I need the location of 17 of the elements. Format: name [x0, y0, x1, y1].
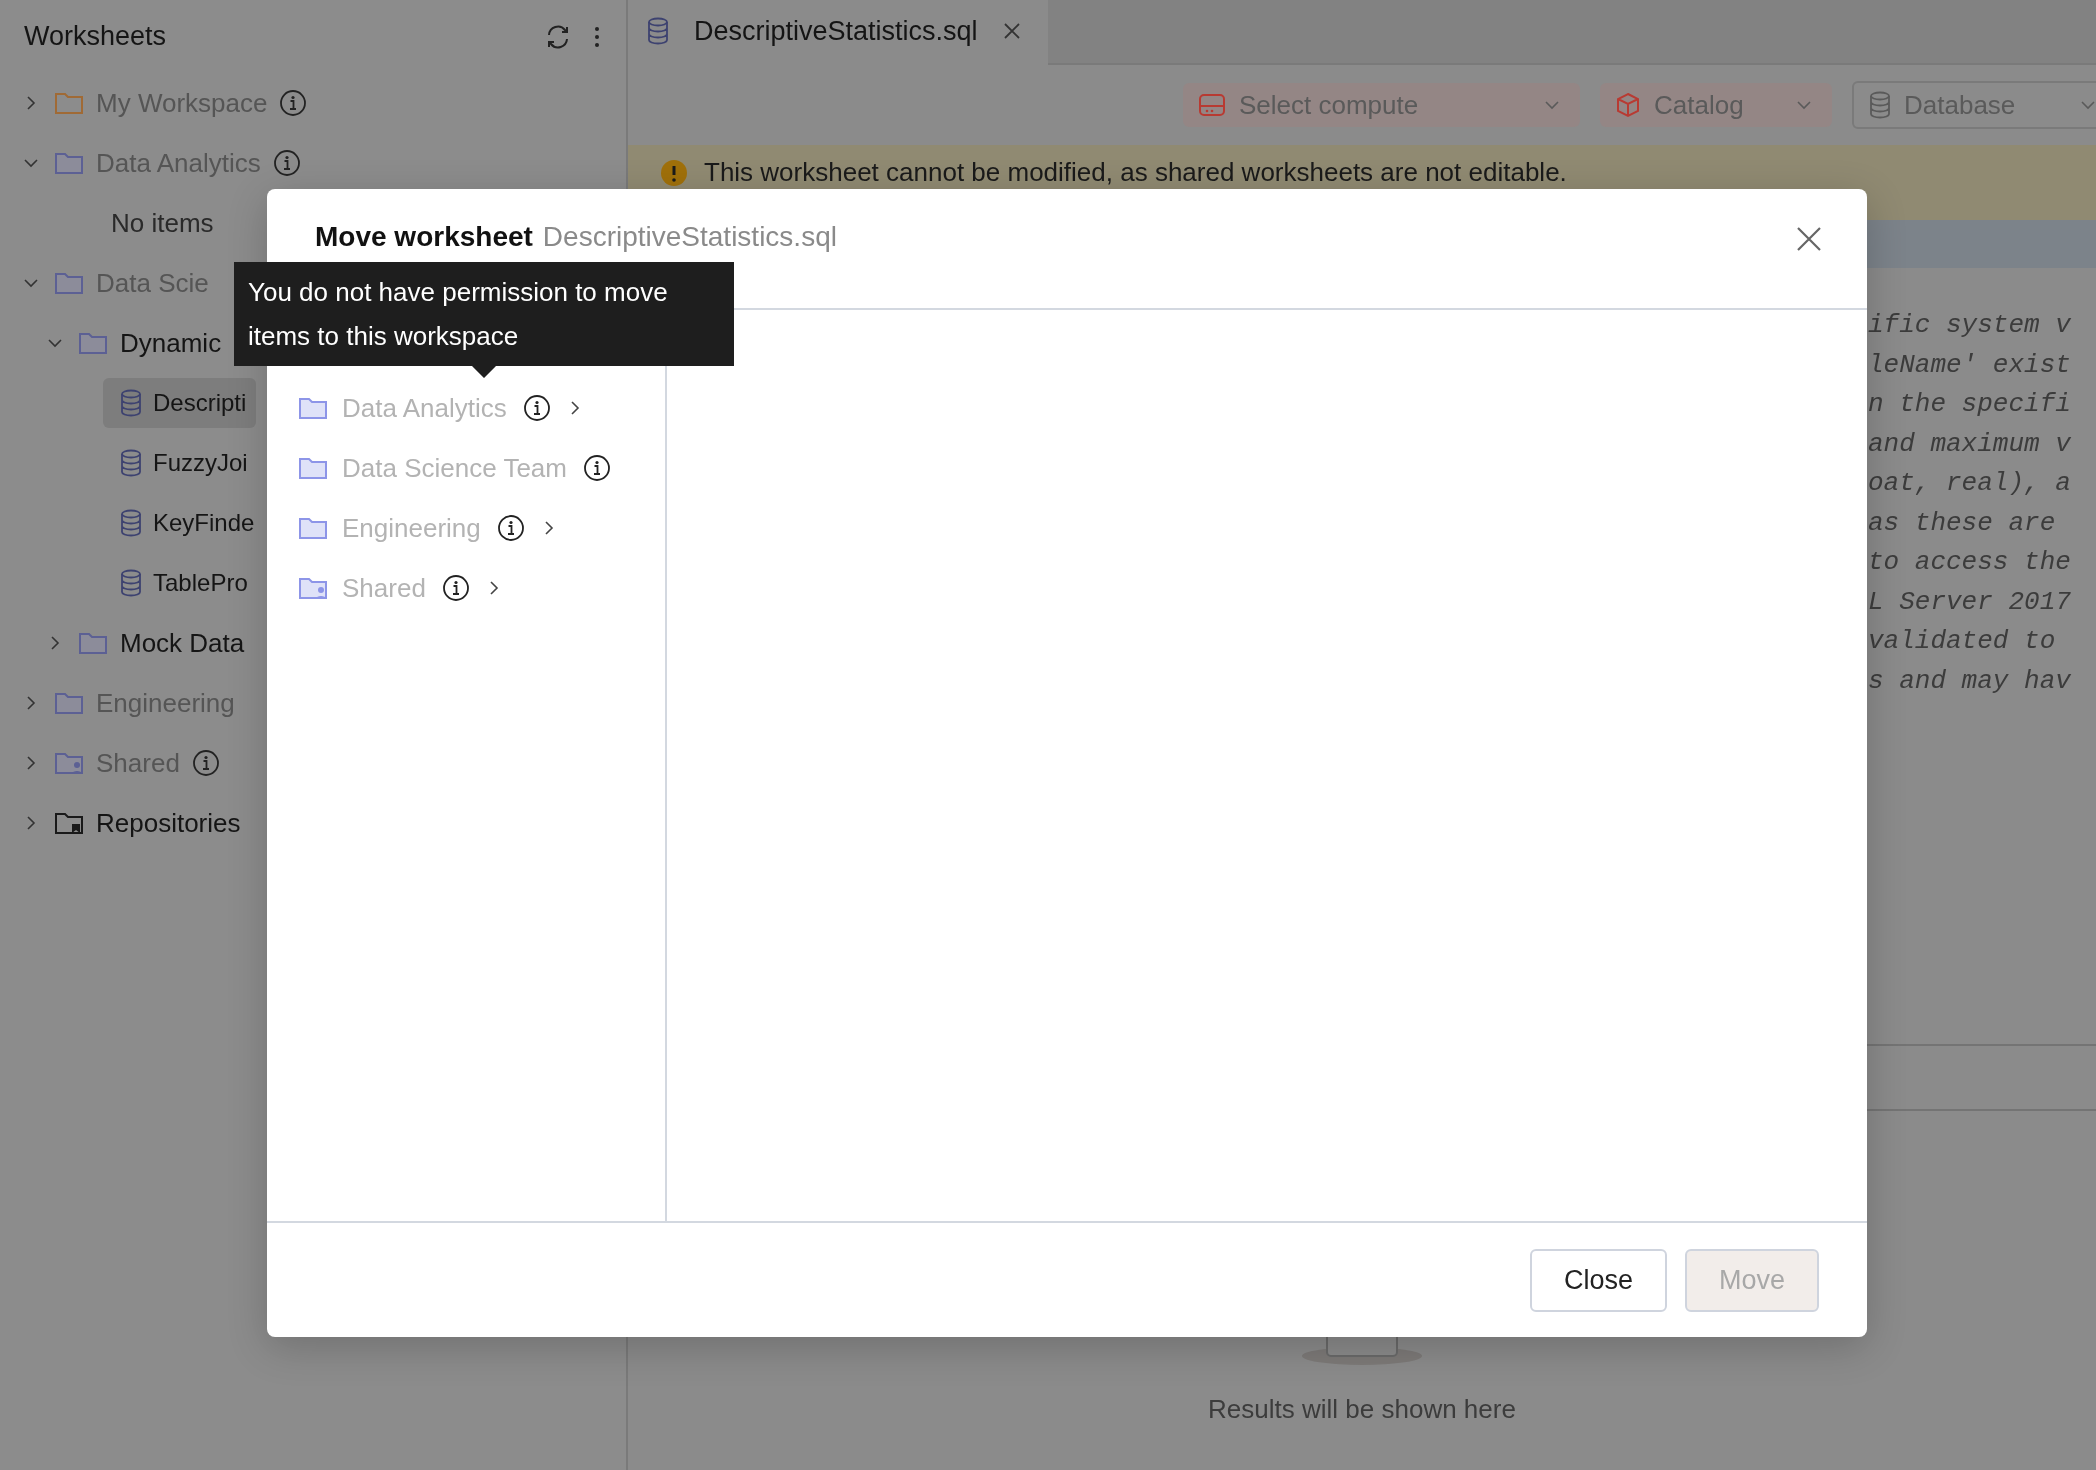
code-line: validated to: [1868, 625, 2057, 658]
dialog-title: Move worksheet: [315, 221, 533, 253]
code-line: s and may hav: [1868, 664, 2072, 698]
code-line: n the specifi: [1868, 388, 2072, 421]
sidebar-title: Worksheets: [24, 21, 168, 52]
results-message: Results will be shown here: [1208, 1394, 1516, 1425]
code-line: ific system v: [1868, 309, 2072, 342]
dialog-subtitle: DescriptiveStatistics.sql: [542, 221, 838, 253]
code-line: leName' exist: [1868, 348, 2072, 382]
code-line: and maximum v: [1868, 427, 2072, 461]
tooltip: You do not have permission to move items to this workspace: [234, 262, 734, 378]
code-line: oat, real), a: [1868, 467, 2072, 500]
code-line: to access the: [1868, 546, 2072, 579]
empty-label: No items: [111, 207, 214, 239]
code-line: L Server 2017: [1868, 585, 2072, 619]
code-line: as these are: [1868, 506, 2057, 540]
warning-text: This worksheet cannot be modified, as shared worksheets are not editable.: [704, 157, 1567, 187]
